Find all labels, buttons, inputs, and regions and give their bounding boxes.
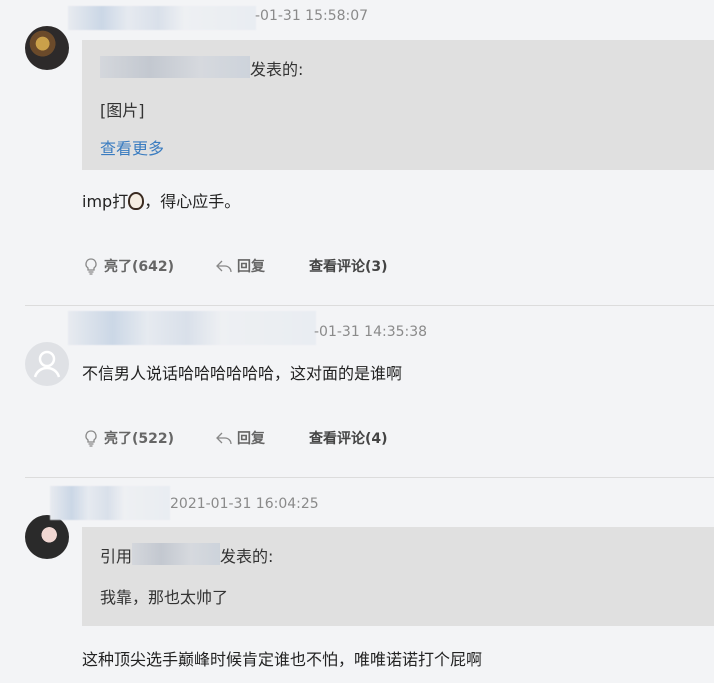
- quote-author-suffix: 发表的:: [250, 60, 304, 79]
- comment-actions: 亮了(642) 回复 查看评论(3): [82, 256, 482, 278]
- reply-label: 回复: [237, 431, 265, 447]
- comment-text: imp打 ，得心应手。: [82, 188, 240, 212]
- lightbulb-icon: [85, 430, 97, 447]
- reply-arrow-icon: [216, 260, 232, 273]
- default-user-icon: [33, 350, 61, 378]
- user-avatar[interactable]: [25, 342, 69, 386]
- reply-label: 回复: [237, 259, 265, 275]
- like-button[interactable]: 亮了(642): [82, 256, 174, 276]
- quote-content: 我靠，那也太帅了: [100, 588, 229, 607]
- post-timestamp: -01-31 14:35:38: [314, 324, 428, 340]
- username-redacted[interactable]: [68, 6, 256, 30]
- comment-text-part: imp打: [82, 192, 129, 211]
- reply-button[interactable]: 回复: [215, 428, 265, 448]
- comment-item: 2021-01-31 16:04:25 引用 发表的: 我靠，那也太帅了 这种顶…: [0, 478, 714, 683]
- view-comments-label: 查看评论(4): [309, 431, 388, 447]
- quoted-comment: 发表的: [图片] 查看更多: [82, 40, 714, 170]
- post-timestamp: 2021-01-31 16:04:25: [170, 496, 319, 512]
- username-redacted[interactable]: [68, 311, 316, 345]
- comment-item: -01-31 15:58:07 发表的: [图片] 查看更多 imp打 ，得心应手…: [0, 0, 714, 305]
- view-more-link[interactable]: 查看更多: [100, 135, 164, 159]
- comment-text-part: ，得心应手。: [144, 192, 241, 211]
- comment-item: -01-31 14:35:38 不信男人说话哈哈哈哈哈哈，这对面的是谁啊 亮了(…: [0, 306, 714, 478]
- username-redacted[interactable]: [50, 486, 170, 520]
- reply-button[interactable]: 回复: [215, 256, 265, 276]
- view-comments-button[interactable]: 查看评论(3): [309, 256, 388, 276]
- user-avatar[interactable]: [25, 26, 69, 70]
- dog-face-emoji-icon: [128, 192, 145, 210]
- comment-text: 不信男人说话哈哈哈哈哈哈，这对面的是谁啊: [82, 364, 403, 383]
- quoted-author-redacted[interactable]: [132, 543, 220, 565]
- like-count: 亮了(642): [104, 259, 175, 275]
- post-timestamp: -01-31 15:58:07: [255, 8, 369, 24]
- like-button[interactable]: 亮了(522): [82, 428, 174, 448]
- quote-content: [图片]: [100, 101, 145, 120]
- comment-text: 这种顶尖选手巅峰时候肯定谁也不怕，唯唯诺诺打个屁啊: [82, 650, 483, 669]
- quote-author-prefix: 引用: [100, 547, 133, 566]
- quoted-comment: 引用 发表的: 我靠，那也太帅了: [82, 527, 714, 626]
- like-count: 亮了(522): [104, 431, 175, 447]
- reply-arrow-icon: [216, 432, 232, 445]
- lightbulb-icon: [85, 258, 97, 275]
- view-comments-label: 查看评论(3): [309, 259, 388, 275]
- user-avatar[interactable]: [25, 515, 69, 559]
- view-comments-button[interactable]: 查看评论(4): [309, 428, 388, 448]
- quote-author-suffix: 发表的:: [220, 547, 274, 566]
- comment-actions: 亮了(522) 回复 查看评论(4): [82, 428, 482, 450]
- quoted-author-redacted[interactable]: [100, 56, 250, 78]
